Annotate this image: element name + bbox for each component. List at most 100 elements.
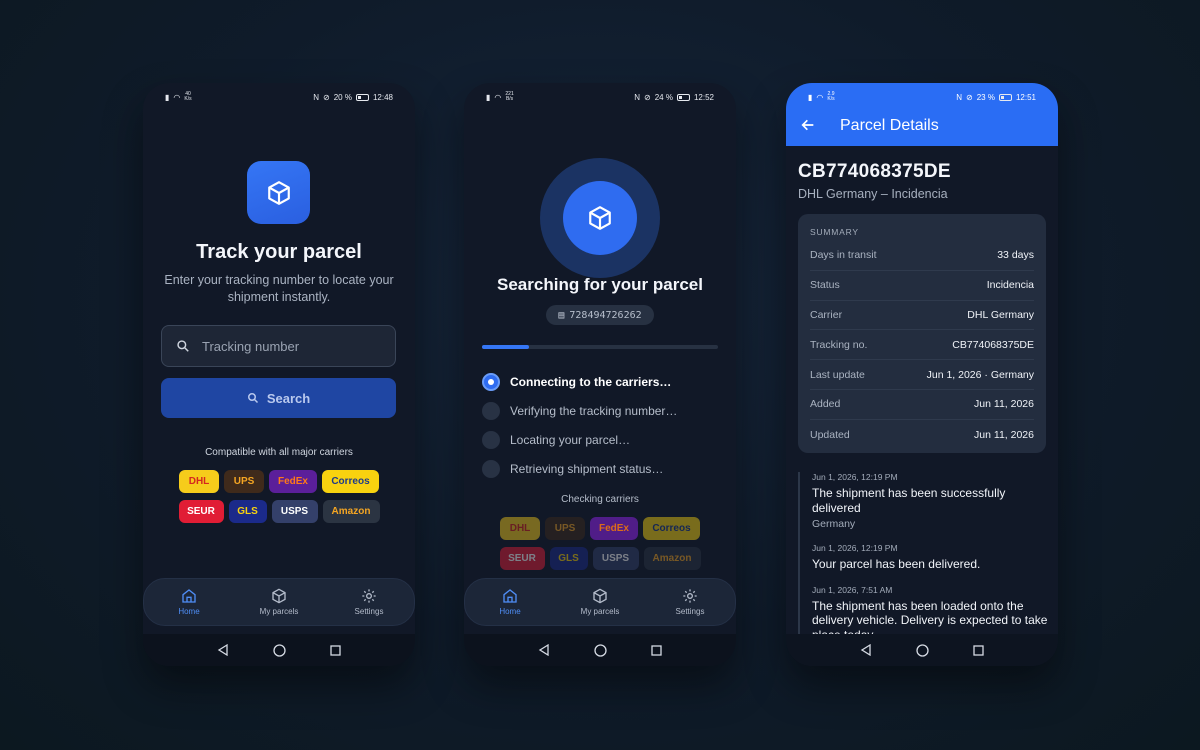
carrier-chip-dhl: DHL (179, 470, 219, 493)
mute-icon: ⊘ (323, 92, 330, 102)
tracking-id: CB774068375DE (798, 161, 951, 182)
step-pending-indicator (482, 430, 500, 449)
clock: 12:52 (693, 92, 714, 102)
carrier-chip-correos: Correos (643, 517, 700, 540)
checking-carriers-label: Checking carriers (561, 494, 639, 505)
recents-square-icon[interactable] (651, 644, 662, 656)
event-location: Germany (812, 518, 856, 530)
home-circle-icon[interactable] (273, 643, 286, 657)
phone-home-screen: ▮ ◠ 40 K/s N ⊘ 20 % 12:48 Track your parc… (143, 83, 415, 666)
sim-icon: ▮ (165, 92, 170, 102)
event-time: Jun 1, 2026, 12:19 PM (812, 543, 898, 553)
nfc-icon: N (956, 92, 963, 102)
carrier-chip-gls: GLS (228, 500, 267, 523)
wifi-icon: ◠ (494, 92, 502, 102)
nfc-icon: N (313, 92, 320, 102)
search-icon (177, 340, 189, 352)
summary-value: DHL Germany (967, 308, 1034, 321)
package-icon (272, 588, 286, 604)
step-active-indicator (482, 372, 500, 391)
summary-key: Added (810, 398, 841, 411)
package-icon (247, 161, 310, 224)
system-navigation-bar (143, 634, 415, 666)
nav-home[interactable]: Home (475, 588, 545, 616)
compatible-carriers-label: Compatible with all major carriers (205, 447, 353, 458)
nav-my-parcels[interactable]: My parcels (244, 588, 314, 616)
search-progress-bar (482, 345, 718, 349)
home-icon (503, 589, 517, 603)
system-navigation-bar (464, 634, 736, 666)
carrier-chips-row: DHL UPS FedEx Correos (143, 470, 415, 493)
summary-value: CB774068375DE (952, 338, 1034, 351)
phone-parcel-details-screen: ▮ ◠ 2.9 K/s N ⊘ 23 % 12:51 Parcel Details… (786, 83, 1058, 666)
bottom-navigation: Home My parcels Settings (464, 578, 736, 626)
search-step-label: Retrieving shipment status… (510, 461, 664, 476)
mute-icon: ⊘ (966, 92, 973, 102)
event-time: Jun 1, 2026, 12:19 PM (812, 472, 898, 482)
status-bar: ▮ ◠ 40 K/s N ⊘ 20 % 12:48 (143, 83, 415, 105)
summary-row: Tracking no. CB774068375DE (810, 330, 1034, 361)
package-icon (593, 588, 607, 604)
nav-home[interactable]: Home (154, 588, 224, 616)
event-message: The shipment has been successfully deliv… (812, 486, 1006, 515)
mute-icon: ⊘ (644, 92, 651, 102)
summary-key: Tracking no. (810, 338, 868, 351)
back-arrow-icon[interactable] (800, 117, 816, 133)
carrier-chip-usps: USPS (592, 547, 639, 570)
back-triangle-icon[interactable] (217, 644, 229, 656)
search-step-label: Verifying the tracking number… (510, 403, 678, 418)
summary-value: 33 days (997, 249, 1034, 262)
search-button-label: Search (266, 390, 311, 406)
step-pending-indicator (482, 401, 500, 420)
battery-percent: 23 % (976, 92, 995, 102)
back-triangle-icon[interactable] (538, 644, 550, 656)
summary-key: Days in transit (810, 249, 877, 262)
search-step: Connecting to the carriers… (482, 367, 726, 396)
home-icon (182, 589, 196, 603)
event-message: The shipment has been loaded onto the de… (812, 598, 1048, 635)
carrier-chips-row: SEUR GLS USPS Amazon (143, 500, 415, 523)
back-triangle-icon[interactable] (860, 644, 872, 656)
network-speed: 2.9 K/s (827, 91, 835, 102)
summary-row: Added Jun 11, 2026 (810, 390, 1034, 420)
recents-square-icon[interactable] (330, 644, 341, 656)
tracking-number-pill: ▤ 728494726262 (546, 305, 654, 325)
app-bar: ▮ ◠ 2.9 K/s N ⊘ 23 % 12:51 Parcel Details (786, 83, 1058, 146)
nav-settings[interactable]: Settings (655, 588, 725, 616)
carrier-chip-amazon: Amazon (643, 547, 701, 570)
search-button[interactable]: Search (161, 378, 396, 418)
search-step: Verifying the tracking number… (482, 396, 726, 425)
search-step-label: Locating your parcel… (510, 432, 631, 447)
summary-value: Incidencia (986, 279, 1034, 292)
app-bar-title: Parcel Details (840, 117, 939, 134)
summary-row: Status Incidencia (810, 271, 1034, 301)
tracking-number-field[interactable] (161, 325, 396, 367)
search-step-label: Connecting to the carriers… (510, 374, 672, 389)
nav-my-parcels[interactable]: My parcels (565, 588, 635, 616)
home-circle-icon[interactable] (916, 643, 929, 657)
battery-percent: 20 % (333, 92, 352, 102)
battery-icon (355, 93, 369, 101)
phone-searching-screen: ▮ ◠ 221 B/s N ⊘ 24 % 12:52 Searching for … (464, 83, 736, 666)
recents-square-icon[interactable] (973, 644, 984, 656)
carrier-chip-dhl: DHL (500, 517, 540, 540)
home-circle-icon[interactable] (594, 643, 607, 657)
page-title: Track your parcel (196, 241, 362, 263)
event-message: Your parcel has been delivered. (812, 557, 981, 571)
summary-value: Jun 11, 2026 (974, 398, 1034, 411)
search-icon (247, 393, 258, 404)
nav-settings[interactable]: Settings (334, 588, 404, 616)
battery-percent: 24 % (654, 92, 673, 102)
timeline-event: Jun 1, 2026, 7:51 AM The shipment has bee… (812, 585, 1048, 635)
wifi-icon: ◠ (173, 92, 181, 102)
battery-icon (998, 93, 1012, 101)
tracking-number-input[interactable] (202, 338, 372, 354)
summary-value: Jun 11, 2026 (974, 428, 1034, 441)
gear-icon (362, 589, 376, 603)
carrier-chip-ups: UPS (545, 517, 585, 540)
carrier-chip-amazon: Amazon (322, 500, 380, 523)
sim-icon: ▮ (486, 92, 491, 102)
tracking-timeline[interactable]: Jun 1, 2026, 12:19 PM The shipment has be… (798, 472, 1048, 634)
carrier-chip-seur: SEUR (178, 500, 224, 523)
summary-key: Updated (810, 428, 850, 441)
